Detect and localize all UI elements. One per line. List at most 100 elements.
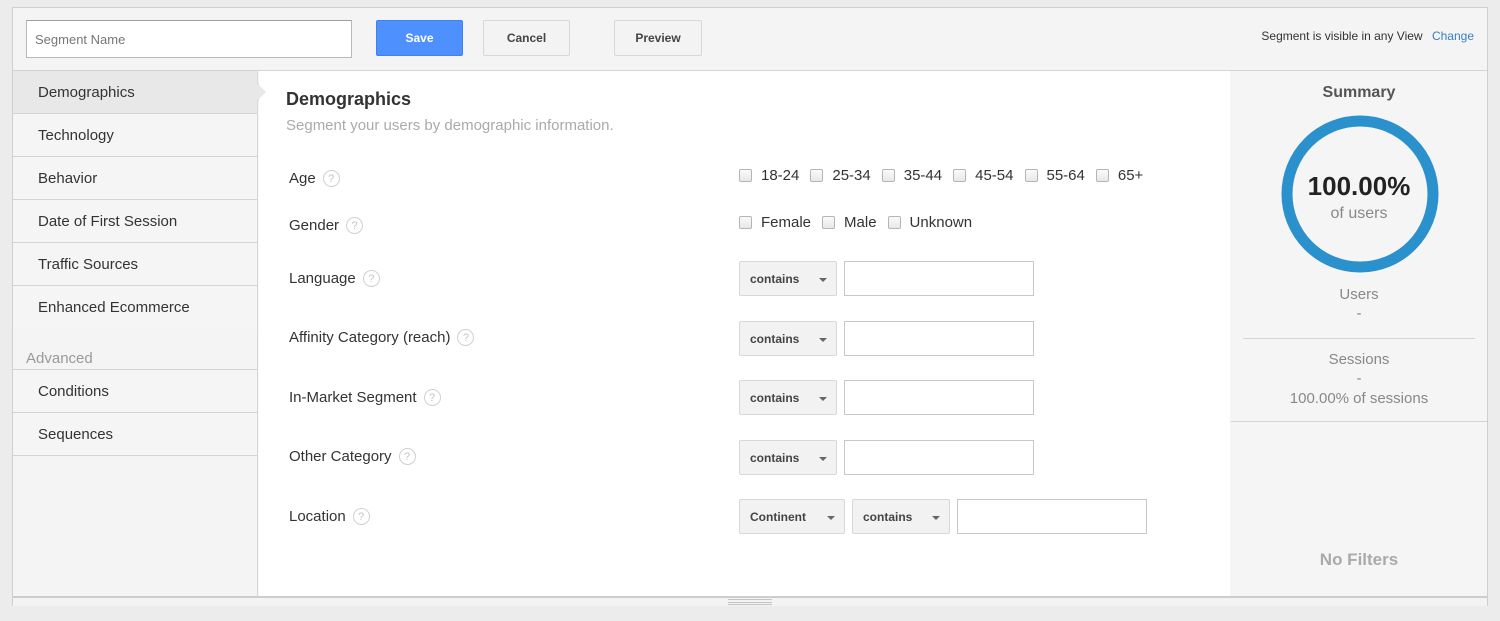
checkbox-label: Unknown: [909, 214, 973, 231]
checkbox-icon[interactable]: [1095, 169, 1109, 182]
caret-down-icon: [827, 516, 835, 520]
visibility-text: Segment is visible in any View: [1261, 29, 1423, 43]
sidebar-item-label: Date of First Session: [38, 212, 178, 230]
visibility-info: Segment is visible in any View Change: [1261, 29, 1474, 43]
age-checkbox-55-64[interactable]: 55-64: [1024, 167, 1085, 184]
sidebar-item-technology[interactable]: Technology: [13, 114, 257, 157]
dropdown-value: contains: [750, 331, 800, 346]
checkbox-icon[interactable]: [1024, 169, 1038, 182]
help-icon[interactable]: ?: [346, 217, 364, 234]
help-icon[interactable]: ?: [352, 508, 370, 525]
other-category-label-row: Other Category ?: [289, 448, 416, 465]
summary-title: Summary: [1322, 84, 1396, 101]
in-market-filter: contains: [739, 380, 1034, 415]
checkbox-icon[interactable]: [881, 169, 895, 182]
checkbox-label: 35-44: [903, 167, 943, 184]
other-category-operator-dropdown[interactable]: contains: [739, 440, 837, 475]
advanced-heading: Advanced: [13, 329, 257, 370]
checkbox-icon[interactable]: [953, 169, 967, 182]
dropdown-value: Continent: [750, 509, 806, 524]
location-label-row: Location ?: [289, 508, 370, 525]
gender-label-row: Gender ?: [289, 217, 364, 234]
affinity-label: Affinity Category (reach): [289, 329, 451, 346]
help-icon[interactable]: ?: [362, 270, 380, 287]
location-dimension-dropdown[interactable]: Continent: [739, 499, 845, 534]
sidebar-item-demographics[interactable]: Demographics: [13, 71, 267, 114]
checkbox-icon[interactable]: [887, 216, 901, 229]
sidebar-item-label: Sequences: [38, 425, 114, 443]
age-checkbox-18-24[interactable]: 18-24: [739, 167, 799, 184]
checkbox-icon[interactable]: [739, 169, 752, 182]
checkbox-label: 18-24: [761, 167, 800, 184]
age-checkbox-35-44[interactable]: 35-44: [881, 167, 943, 184]
help-icon[interactable]: ?: [398, 448, 416, 465]
caret-down-icon: [819, 278, 827, 282]
dropdown-value: contains: [750, 271, 800, 286]
caret-down-icon: [932, 516, 940, 520]
gender-checkbox-male[interactable]: Male: [822, 214, 877, 231]
other-category-filter: contains: [739, 440, 1034, 475]
segment-editor: Save Cancel Preview Segment is visible i…: [12, 7, 1488, 606]
gender-checkboxes: Female Male Unknown: [739, 214, 983, 231]
help-icon[interactable]: ?: [457, 329, 475, 346]
users-percent-label: of users: [1330, 205, 1388, 222]
sessions-percent: 100.00% of sessions: [1289, 390, 1429, 407]
segment-name-input[interactable]: [26, 20, 352, 58]
panel-subtitle: Segment your users by demographic inform…: [286, 117, 614, 134]
sidebar-item-behavior[interactable]: Behavior: [13, 157, 257, 200]
affinity-value-input[interactable]: [844, 321, 1034, 356]
age-checkboxes: 18-24 25-34 35-44 45-54 55-64 65+: [739, 167, 1154, 184]
resize-grip-icon[interactable]: [728, 599, 772, 605]
dropdown-value: contains: [750, 450, 800, 465]
location-operator-dropdown[interactable]: contains: [852, 499, 950, 534]
other-category-label: Other Category: [289, 448, 392, 465]
language-operator-dropdown[interactable]: contains: [739, 261, 837, 296]
preview-button[interactable]: Preview: [614, 20, 702, 56]
in-market-operator-dropdown[interactable]: contains: [739, 380, 837, 415]
sidebar-item-label: Behavior: [38, 169, 98, 187]
segment-toolbar: Save Cancel Preview Segment is visible i…: [13, 8, 1487, 71]
users-value: -: [1356, 305, 1362, 322]
demographics-panel: Demographics Segment your users by demog…: [259, 71, 1230, 596]
age-checkbox-45-54[interactable]: 45-54: [953, 167, 1014, 184]
affinity-operator-dropdown[interactable]: contains: [739, 321, 837, 356]
category-sidebar: Demographics Technology Behavior Date of…: [13, 71, 267, 596]
location-value-input[interactable]: [957, 499, 1147, 534]
in-market-value-input[interactable]: [844, 380, 1034, 415]
save-button[interactable]: Save: [376, 20, 463, 56]
sidebar-item-label: Enhanced Ecommerce: [38, 299, 190, 316]
change-visibility-link[interactable]: Change: [1432, 29, 1474, 43]
language-label-row: Language ?: [289, 270, 380, 287]
caret-down-icon: [819, 397, 827, 401]
age-checkbox-65-plus[interactable]: 65+: [1095, 167, 1143, 184]
resize-bar: [13, 596, 1487, 606]
dropdown-value: contains: [750, 390, 800, 405]
sidebar-item-label: Traffic Sources: [38, 255, 139, 273]
language-value-input[interactable]: [844, 261, 1034, 296]
gender-label: Gender: [289, 217, 340, 234]
cancel-button[interactable]: Cancel: [483, 20, 570, 56]
checkbox-icon[interactable]: [810, 169, 824, 182]
help-icon[interactable]: ?: [322, 170, 340, 187]
sidebar-item-sequences[interactable]: Sequences: [13, 413, 257, 456]
checkbox-icon[interactable]: [822, 216, 836, 229]
checkbox-label: Female: [761, 214, 812, 231]
checkbox-label: 55-64: [1046, 167, 1085, 184]
language-label: Language: [289, 270, 356, 287]
language-filter: contains: [739, 261, 1034, 296]
age-checkbox-25-34[interactable]: 25-34: [810, 167, 871, 184]
age-label: Age: [289, 170, 316, 187]
help-icon[interactable]: ?: [423, 389, 441, 406]
location-filter: Continent contains: [739, 499, 1147, 534]
sidebar-item-conditions[interactable]: Conditions: [13, 370, 257, 413]
no-filters-text: No Filters: [1319, 550, 1399, 569]
checkbox-icon[interactable]: [739, 216, 752, 229]
sidebar-item-traffic-sources[interactable]: Traffic Sources: [13, 243, 257, 286]
affinity-filter: contains: [739, 321, 1034, 356]
gender-checkbox-unknown[interactable]: Unknown: [887, 214, 973, 231]
sidebar-item-date-of-first-session[interactable]: Date of First Session: [13, 200, 257, 243]
sidebar-item-enhanced-ecommerce[interactable]: Enhanced Ecommerce: [13, 286, 257, 329]
other-category-value-input[interactable]: [844, 440, 1034, 475]
gender-checkbox-female[interactable]: Female: [739, 214, 811, 231]
caret-down-icon: [819, 457, 827, 461]
